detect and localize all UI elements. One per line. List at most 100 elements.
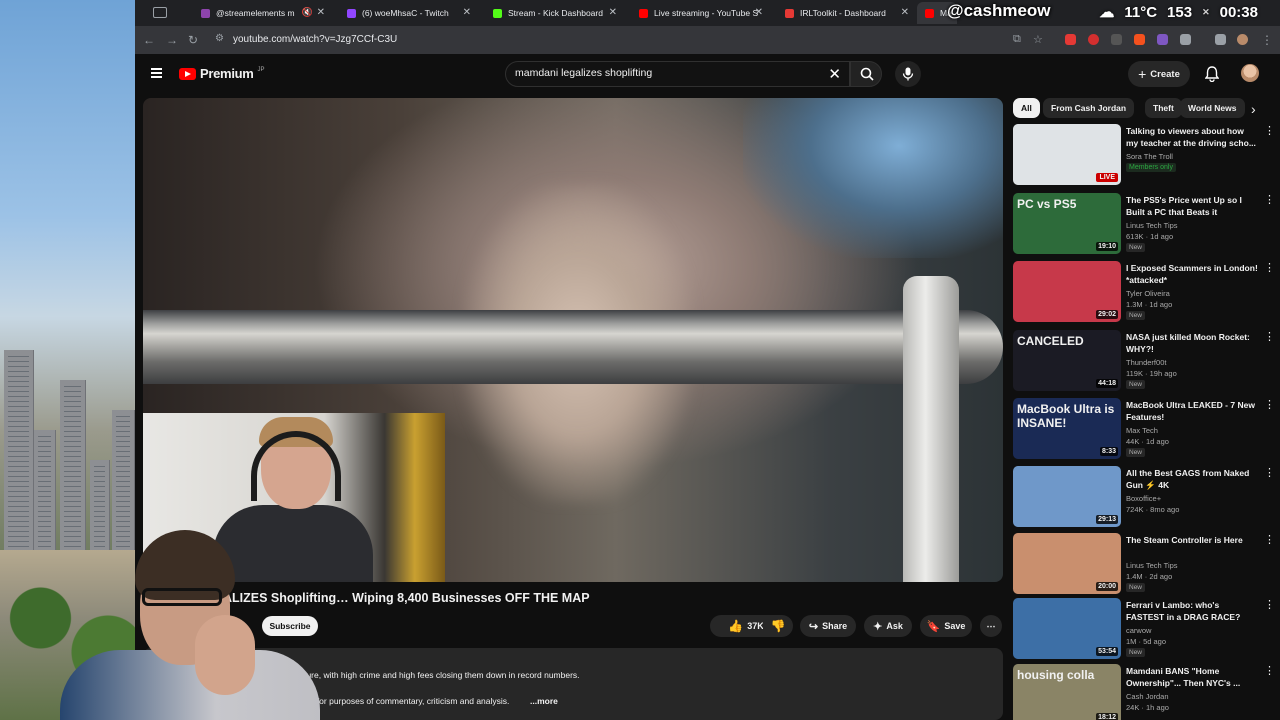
more-options-icon[interactable]: ⋮ [1264,124,1275,137]
reload-icon[interactable]: ↻ [188,33,198,47]
tab-streamelements[interactable]: @streamelements m 🔇 ✕ [193,2,331,24]
voice-search-button[interactable] [895,61,921,87]
channel-name[interactable]: Linus Tech Tips [1126,221,1178,230]
tab-irltoolkit[interactable]: IRLToolkit - Dashboard ✕ [777,2,915,24]
recommendation-item[interactable]: LIVE Talking to viewers about how my teac… [1013,124,1275,190]
video-thumbnail[interactable]: 20:00 [1013,533,1121,594]
browser-menu-icon[interactable]: ⋮ [1261,33,1273,47]
channel-name[interactable]: Thunderf00t [1126,358,1166,367]
create-button[interactable]: + Create [1128,61,1190,87]
chip-world-news[interactable]: World News [1180,98,1245,118]
close-tab-icon[interactable]: ✕ [609,7,617,18]
more-actions-button[interactable]: ⋯ [980,615,1002,637]
recommendation-title[interactable]: NASA just killed Moon Rocket: WHY?! [1126,331,1258,355]
dislike-button[interactable]: 👎 [763,615,793,637]
install-icon[interactable]: ⧉ [1013,33,1021,46]
search-button[interactable] [850,61,882,87]
account-avatar[interactable] [1241,64,1259,82]
channel-name[interactable]: carwow [1126,626,1151,635]
save-button[interactable]: 🔖 Save [920,615,972,637]
url-field[interactable]: youtube.com/watch?v=Jzg7CCf-C3U [233,34,397,45]
chip-theft[interactable]: Theft [1145,98,1182,118]
channel-name[interactable]: Tyler Oliveira [1126,289,1170,298]
video-player[interactable] [143,98,1003,582]
recommendation-title[interactable]: The Steam Controller is Here [1126,534,1258,546]
share-button[interactable]: ↪ Share [800,615,856,637]
tab-favicon [201,8,210,18]
notifications-bell-icon[interactable] [1205,66,1219,82]
recommendation-item[interactable]: CANCELED 44:18 NASA just killed Moon Rocke… [1013,330,1275,396]
extension-icon[interactable] [1088,34,1099,45]
tab-kick[interactable]: Stream - Kick Dashboard ✕ [485,2,623,24]
tab-search-icon[interactable] [153,7,167,18]
recommendation-title[interactable]: Talking to viewers about how my teacher … [1126,125,1258,149]
extension-icon[interactable] [1134,34,1145,45]
channel-name[interactable]: Cash Jordan [1126,692,1169,701]
extension-icon[interactable] [1157,34,1168,45]
show-more-link[interactable]: ...more [530,696,558,706]
tab-twitch[interactable]: (6) woeMhsaC - Twitch ✕ [339,2,477,24]
muted-icon[interactable]: 🔇 [302,7,313,18]
recommendation-item[interactable]: 20:00 The Steam Controller is Here Linus T… [1013,533,1275,599]
more-options-icon[interactable]: ⋮ [1264,193,1275,206]
close-tab-icon[interactable]: ✕ [317,7,325,18]
clear-search-icon[interactable]: ✕ [828,65,841,83]
more-options-icon[interactable]: ⋮ [1264,533,1275,546]
ask-label: Ask [886,621,903,631]
ask-button[interactable]: ✦ Ask [864,615,912,637]
video-thumbnail[interactable]: housing colla 18:12 [1013,664,1121,720]
chip-all[interactable]: All [1013,98,1040,118]
tab-youtube-studio[interactable]: Live streaming - YouTube S ✕ [631,2,769,24]
close-tab-icon[interactable]: ✕ [901,7,909,18]
video-blur-background [743,98,1003,258]
more-options-icon[interactable]: ⋮ [1264,598,1275,611]
recommendation-title[interactable]: Ferrari v Lambo: who's FASTEST in a DRAG… [1126,599,1258,623]
channel-name[interactable]: Sora The Troll [1126,152,1173,161]
recommendation-item[interactable]: MacBook Ultra is INSANE! 8:33 MacBook Ultr… [1013,398,1275,464]
channel-name[interactable]: Boxoffice+ [1126,494,1161,503]
duration-badge: LIVE [1096,173,1118,182]
tab-search-icon[interactable] [1215,34,1226,45]
close-tab-icon[interactable]: ✕ [755,7,763,18]
menu-icon[interactable] [151,68,162,78]
channel-name[interactable]: Max Tech [1126,426,1158,435]
search-box[interactable]: ✕ [505,61,850,87]
tab-label: Live streaming - YouTube S [654,8,759,18]
more-options-icon[interactable]: ⋮ [1264,330,1275,343]
back-icon[interactable]: ← [143,33,155,47]
more-options-icon[interactable]: ⋮ [1264,664,1275,677]
video-thumbnail[interactable]: LIVE [1013,124,1121,185]
recommendation-item[interactable]: housing colla 18:12 Mamdani BANS "Home Own… [1013,664,1275,720]
more-options-icon[interactable]: ⋮ [1264,466,1275,479]
recommendation-title[interactable]: All the Best GAGS from Naked Gun ⚡ 4K [1126,467,1258,491]
recommendation-title[interactable]: Mamdani BANS "Home Ownership"... Then NY… [1126,665,1258,689]
forward-icon[interactable]: → [166,33,178,47]
recommendation-title[interactable]: The PS5's Price went Up so I Built a PC … [1126,194,1258,218]
chip-from-cash-jordan[interactable]: From Cash Jordan [1043,98,1135,118]
profile-avatar[interactable] [1237,34,1248,45]
site-info-icon[interactable]: ⚙ [215,33,224,44]
recommendation-title[interactable]: I Exposed Scammers in London! *attacked* [1126,262,1258,286]
recommendation-title[interactable]: MacBook Ultra LEAKED - 7 New Features! [1126,399,1258,423]
extension-icon[interactable] [1065,34,1076,45]
video-thumbnail[interactable]: CANCELED 44:18 [1013,330,1121,391]
video-thumbnail[interactable]: 53:54 [1013,598,1121,659]
bookmark-star-icon[interactable]: ☆ [1033,33,1043,46]
recommendation-item[interactable]: 53:54 Ferrari v Lambo: who's FASTEST in a… [1013,598,1275,664]
chevron-right-icon[interactable]: › [1251,101,1256,117]
video-thumbnail[interactable]: PC vs PS5 19:10 [1013,193,1121,254]
more-options-icon[interactable]: ⋮ [1264,398,1275,411]
recommendation-item[interactable]: 29:02 I Exposed Scammers in London! *atta… [1013,261,1275,327]
search-input[interactable] [515,67,815,79]
recommendation-item[interactable]: PC vs PS5 19:10 The PS5's Price went Up so… [1013,193,1275,259]
youtube-logo[interactable]: Premium JP [179,66,265,81]
extension-icon[interactable] [1111,34,1122,45]
close-tab-icon[interactable]: ✕ [463,7,471,18]
video-thumbnail[interactable]: 29:13 [1013,466,1121,527]
recommendation-item[interactable]: 29:13 All the Best GAGS from Naked Gun ⚡ … [1013,466,1275,532]
channel-name[interactable]: Linus Tech Tips [1126,561,1178,570]
extensions-puzzle-icon[interactable] [1180,34,1191,45]
video-thumbnail[interactable]: 29:02 [1013,261,1121,322]
more-options-icon[interactable]: ⋮ [1264,261,1275,274]
video-thumbnail[interactable]: MacBook Ultra is INSANE! 8:33 [1013,398,1121,459]
